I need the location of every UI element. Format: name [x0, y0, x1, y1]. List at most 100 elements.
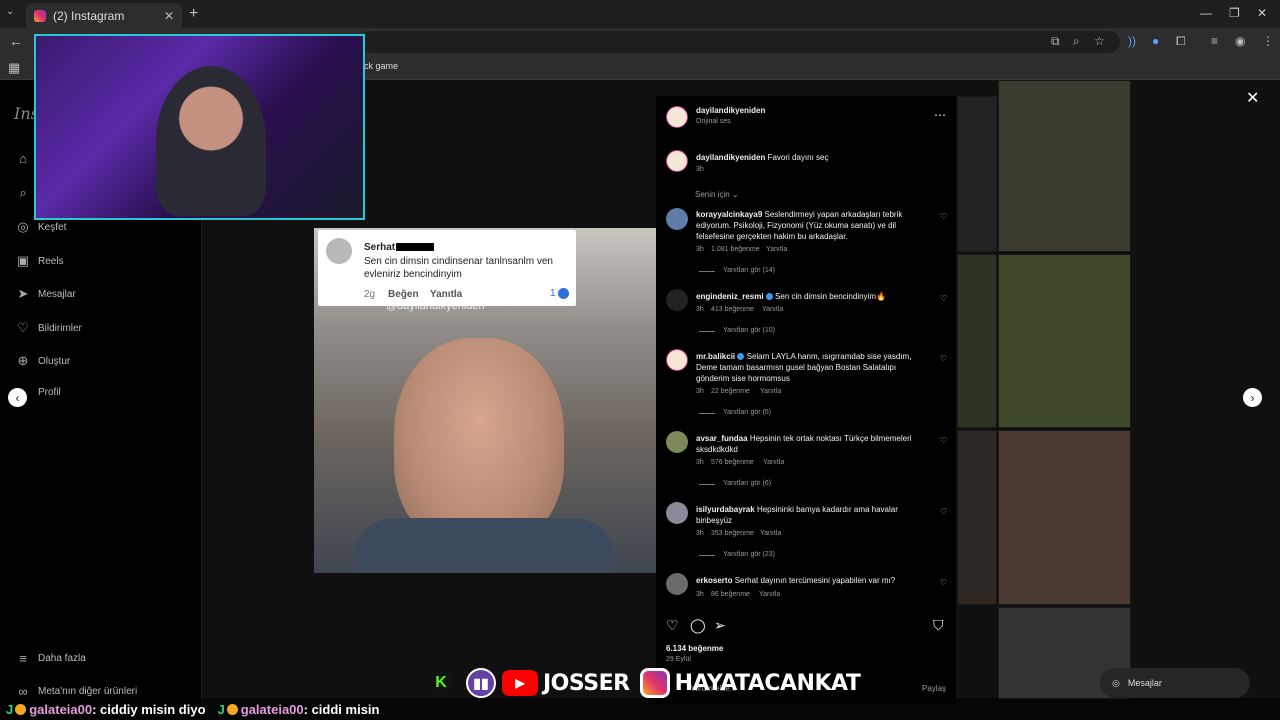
comment-like-icon[interactable]: ♡ [940, 507, 947, 516]
close-modal-icon[interactable]: ✕ [1246, 88, 1259, 108]
close-tab-icon[interactable]: ✕ [164, 9, 174, 23]
feed-thumbnail[interactable] [957, 254, 997, 428]
chat-username: galateia00 [240, 701, 304, 717]
new-tab-icon[interactable]: + [189, 5, 198, 23]
extensions-puzzle-icon[interactable]: ⧠ [1176, 34, 1186, 49]
comment-like-icon[interactable]: ♡ [940, 578, 947, 587]
sidebar-item-create[interactable]: ⊕ Oluştur [14, 353, 71, 369]
zoom-icon[interactable]: ⌕ [1073, 34, 1080, 49]
save-bookmark-icon[interactable]: ⛉ [933, 617, 944, 634]
feed-thumbnail[interactable] [957, 430, 997, 605]
comment-like-icon[interactable]: ♡ [940, 436, 947, 445]
bookmark-star-icon[interactable]: ☆ [1094, 34, 1105, 48]
view-replies-button[interactable]: Yanıtları gör (14) [723, 267, 775, 274]
post-likes-count[interactable]: 6.134 beğenme [666, 644, 723, 653]
comment-sort-dropdown[interactable]: Senin için ⌄ [695, 190, 739, 199]
bookmark-item[interactable]: ick game [362, 61, 398, 71]
twitch-logo-icon: ▮▮ [466, 668, 496, 698]
close-window-icon[interactable]: ✕ [1257, 6, 1267, 20]
stream-socials-overlay: K ▮▮ ▶ JOSSER HAYATACANKAT [430, 666, 870, 700]
comment-username[interactable]: erkoserto [696, 576, 732, 585]
comment-username[interactable]: korayyalcinkaya9 [696, 210, 762, 219]
vpn-extension-icon[interactable]: ● [1152, 34, 1159, 48]
comment-text: engindeniz_resmi Sen cin dimsin bencindi… [696, 291, 926, 302]
comment-likes[interactable]: 353 beğenme [711, 530, 754, 537]
feed-thumbnail[interactable] [998, 80, 1131, 252]
messenger-icon: ◎ [1112, 677, 1120, 688]
comment-likes[interactable]: 413 beğenme [711, 306, 754, 313]
address-bar[interactable] [360, 31, 1120, 53]
comment-text: mr.balikcii Selam LAYLA hanm, ısıgrramda… [696, 351, 926, 384]
apps-grid-icon[interactable]: ▦ [8, 60, 20, 76]
sidebar-item-notifications[interactable]: ♡ Bildirimler [14, 320, 82, 336]
next-post-button[interactable]: › [1243, 388, 1262, 407]
comment-reply-button[interactable]: Yanıtla [766, 246, 787, 253]
sidebar-item-reels[interactable]: ▣ Reels [14, 253, 64, 269]
sidebar-item-messages[interactable]: ➤ Mesajlar [14, 286, 76, 302]
comment-username[interactable]: isilyurdabayrak [696, 505, 755, 514]
comment-reply-button[interactable]: Yanıtla [760, 530, 781, 537]
tab-search-icon[interactable]: ⌄ [6, 6, 14, 17]
comment-likes[interactable]: 1.081 beğenme [711, 246, 760, 253]
view-replies-button[interactable]: Yanıtları gör (10) [723, 327, 775, 334]
profile-avatar-icon[interactable]: ◉ [1235, 34, 1245, 48]
view-replies-button[interactable]: Yanıtları gör (23) [723, 551, 775, 558]
comment-like-icon[interactable]: ♡ [940, 354, 947, 363]
quoted-comment-reply: Yanıtla [430, 289, 463, 300]
feed-thumbnail[interactable] [957, 96, 997, 252]
comment-likes[interactable]: 576 beğenme [711, 459, 754, 466]
comment-avatar[interactable] [666, 349, 688, 371]
post-author-avatar[interactable] [666, 106, 688, 128]
comment-reply-button[interactable]: Yanıtla [763, 459, 784, 466]
comment-avatar[interactable] [666, 573, 688, 595]
caption-username[interactable]: dayilandikyeniden [696, 153, 765, 162]
share-button[interactable]: Paylaş [922, 684, 946, 693]
feed-thumbnail[interactable] [998, 254, 1131, 428]
extension-icon[interactable]: )) [1128, 34, 1136, 48]
feed-thumbnail[interactable] [998, 430, 1131, 605]
view-replies-button[interactable]: Yanıtları gör (6) [723, 480, 771, 487]
comment-likes[interactable]: 22 beğenme [711, 388, 750, 395]
comment-username[interactable]: engindeniz_resmi [696, 292, 764, 301]
comment-avatar[interactable] [666, 289, 688, 311]
reading-list-icon[interactable]: ≡ [1211, 34, 1218, 48]
like-heart-icon[interactable]: ♡ [666, 617, 679, 634]
caption-avatar[interactable] [666, 150, 688, 172]
comment-text: korayyalcinkaya9 Seslendirmeyi yapan ark… [696, 209, 926, 242]
comment-avatar[interactable] [666, 431, 688, 453]
post-audio[interactable]: Orijinal ses [696, 118, 731, 125]
comment-like-icon[interactable]: ♡ [940, 212, 947, 221]
comment-username[interactable]: mr.balikcii [696, 352, 735, 361]
cast-icon[interactable]: ⧉ [1051, 34, 1060, 49]
sidebar-item-label: Reels [38, 255, 64, 267]
sidebar-item-more[interactable]: ≡ Daha fazla [14, 651, 86, 666]
comment-likes[interactable]: 86 beğenme [711, 591, 750, 598]
comment-avatar[interactable] [666, 208, 688, 230]
comment-time: 3h [696, 246, 704, 253]
post-author-name[interactable]: dayilandikyeniden [696, 106, 765, 115]
minimize-icon[interactable]: — [1200, 6, 1212, 20]
messages-pill[interactable]: ◎ Mesajlar [1100, 668, 1250, 698]
video-face [394, 338, 564, 548]
sidebar-item-meta[interactable]: ∞ Meta'nın diğer ürünleri [14, 684, 137, 699]
social-handle: HAYATACANKAT [674, 670, 861, 696]
browser-tab[interactable]: (2) Instagram ✕ [26, 3, 182, 28]
home-icon: ⌂ [19, 151, 27, 166]
comment-bubble-icon[interactable]: ◯ [690, 617, 706, 634]
comment-avatar[interactable] [666, 502, 688, 524]
view-replies-button[interactable]: Yanıtları gör (5) [723, 409, 771, 416]
share-send-icon[interactable]: ➢ [714, 617, 726, 634]
comment-reply-button[interactable]: Yanıtla [762, 306, 783, 313]
comment-text: isilyurdabayrak Hepsininki bamya kadardı… [696, 504, 926, 526]
restore-icon[interactable]: ❐ [1229, 6, 1240, 20]
sidebar-item-profile[interactable]: Profil [38, 387, 61, 398]
previous-post-button[interactable]: ‹ [8, 388, 27, 407]
comment-reply-button[interactable]: Yanıtla [760, 388, 781, 395]
back-icon[interactable]: ← [9, 33, 23, 49]
comment-username[interactable]: avsar_fundaa [696, 434, 748, 443]
comment-like-icon[interactable]: ♡ [940, 294, 947, 303]
sidebar-item-explore[interactable]: ◎ Keşfet [14, 219, 66, 235]
comment-reply-button[interactable]: Yanıtla [759, 591, 780, 598]
more-options-icon[interactable]: ⋯ [934, 108, 946, 122]
menu-dots-icon[interactable]: ⋮ [1262, 34, 1274, 48]
